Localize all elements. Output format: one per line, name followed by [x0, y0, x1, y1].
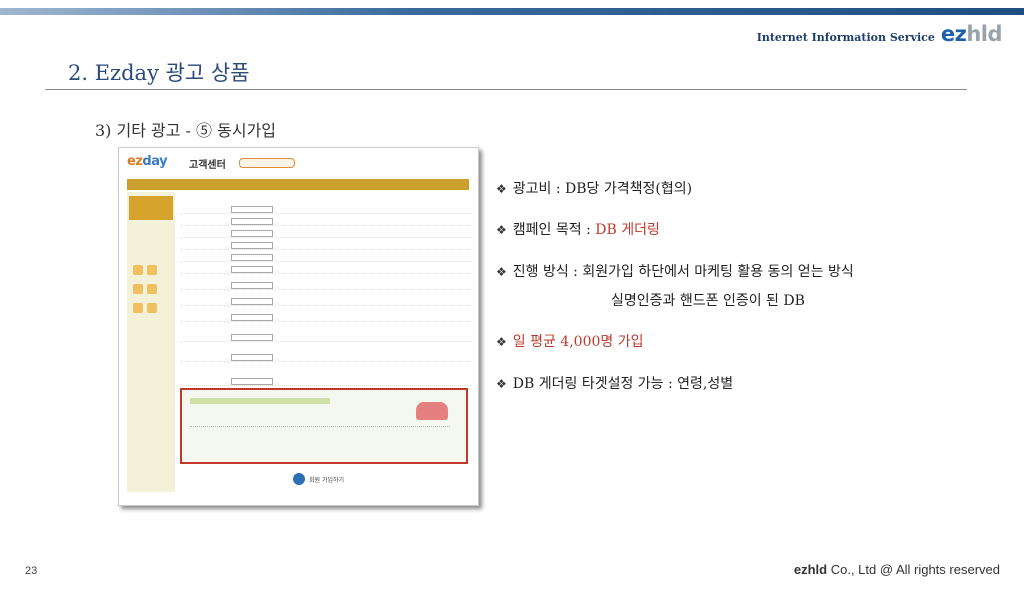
- form-row: [181, 313, 471, 322]
- ezday-logo: ezday: [127, 154, 168, 169]
- form-row: [181, 217, 471, 226]
- join-button[interactable]: 회원 가입하기: [293, 472, 353, 486]
- sidebar-icon-grid: [131, 262, 171, 319]
- form-row: [181, 205, 471, 214]
- section-subtitle: 3) 기타 광고 - ⑤ 동시가입: [95, 121, 277, 140]
- bullet-targeting: ❖ DB 게더링 타겟설정 가능 : 연령,성별: [496, 376, 734, 392]
- form-row: [181, 281, 471, 290]
- marketing-consent-highlight: [180, 388, 468, 464]
- form-row: [181, 241, 471, 250]
- ezhld-logo: ezhld: [940, 22, 1003, 46]
- form-row: [181, 265, 471, 274]
- form-row: [181, 253, 471, 262]
- copyright-footer: ezhld Co., Ltd @ All rights reserved: [793, 562, 1000, 577]
- signup-page-screenshot: ezday 고객센터 회원 가입하기: [118, 147, 479, 506]
- bullet-ad-cost: ❖ 광고비 : DB당 가격책정(협의): [496, 181, 693, 197]
- service-name: Internet Information Service: [756, 31, 935, 44]
- diamond-bullet-icon: ❖: [496, 182, 507, 196]
- screenshot-nav-bar: [127, 179, 469, 190]
- car-illustration: [416, 402, 448, 420]
- form-row: [181, 353, 471, 362]
- bullet-daily-signups: ❖ 일 평균 4,000명 가입: [496, 334, 644, 350]
- screenshot-header: ezday 고객센터: [119, 148, 478, 178]
- bullet-method: ❖ 진행 방식 : 회원가입 하단에서 마케팅 활용 동의 얻는 방식: [496, 264, 854, 280]
- title-divider: [45, 89, 967, 90]
- top-accent-bar: [0, 8, 1024, 15]
- user-icon: [293, 473, 305, 485]
- diamond-bullet-icon: ❖: [496, 377, 507, 391]
- form-row: [181, 297, 471, 306]
- screenshot-sidebar: [127, 192, 175, 492]
- page-number: 23: [25, 565, 38, 577]
- brand-header: Internet Information Service ezhld: [756, 22, 1003, 46]
- diamond-bullet-icon: ❖: [496, 335, 507, 349]
- page-title: 2. Ezday 광고 상품: [68, 61, 250, 85]
- sidebar-banner: [129, 196, 173, 220]
- screenshot-search-box: [239, 158, 295, 168]
- bullet-method-continuation: 실명인증과 핸드폰 인증이 된 DB: [611, 293, 805, 309]
- form-row: [181, 333, 471, 342]
- screenshot-page-name: 고객센터: [189, 160, 226, 171]
- diamond-bullet-icon: ❖: [496, 265, 507, 279]
- bullet-campaign-goal: ❖ 캠페인 목적 : DB 게더링: [496, 222, 660, 238]
- form-row: [181, 229, 471, 238]
- form-row: [181, 377, 471, 386]
- diamond-bullet-icon: ❖: [496, 223, 507, 237]
